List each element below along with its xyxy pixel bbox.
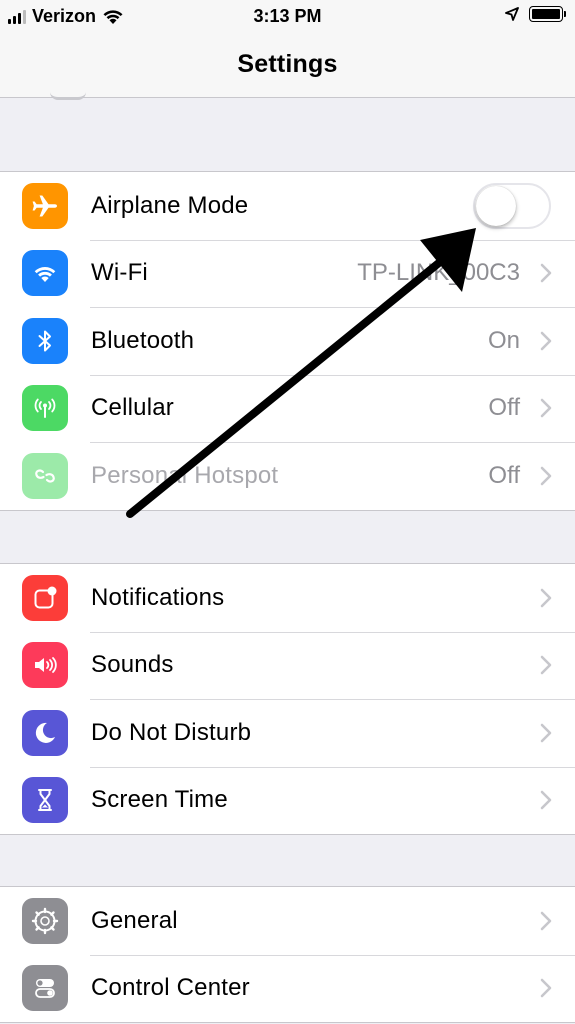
screen-time-label: Screen Time — [91, 786, 228, 814]
battery-icon — [529, 6, 566, 22]
do-not-disturb-row[interactable]: Do Not Disturb — [0, 699, 575, 767]
toggles-icon — [22, 965, 68, 1012]
notifications-icon — [22, 574, 68, 621]
airplane-mode-label: Airplane Mode — [91, 191, 249, 219]
status-right — [505, 6, 566, 22]
bluetooth-status: On — [487, 326, 520, 354]
chevron-right-icon — [539, 397, 553, 419]
general-row[interactable]: General — [0, 887, 575, 955]
pointer-arrow-icon — [126, 228, 476, 518]
cellular-status: Off — [488, 394, 520, 422]
chevron-right-icon — [539, 789, 553, 811]
status-bar: Verizon 3:13 PM — [0, 0, 575, 34]
bluetooth-icon — [22, 317, 68, 364]
notifications-label: Notifications — [91, 583, 225, 611]
sounds-row[interactable]: Sounds — [0, 631, 575, 700]
chevron-right-icon — [539, 465, 553, 487]
bluetooth-label: Bluetooth — [91, 326, 195, 354]
airplane-icon — [22, 182, 68, 229]
chevron-right-icon — [539, 722, 553, 744]
screen-time-row[interactable]: Screen Time — [0, 766, 575, 835]
speaker-icon — [22, 642, 68, 689]
notifications-row[interactable]: Notifications — [0, 564, 575, 632]
connectivity-group: Airplane Mode Wi-Fi TP-LINK_00C3 Bluetoo… — [0, 171, 575, 511]
chevron-right-icon — [539, 587, 553, 609]
wifi-network-name: TP-LINK_00C3 — [357, 259, 520, 287]
navigation-bar: Settings — [0, 34, 575, 98]
control-center-label: Control Center — [91, 974, 250, 1002]
chevron-right-icon — [539, 262, 553, 284]
airplane-mode-row[interactable]: Airplane Mode — [0, 172, 575, 240]
status-time: 3:13 PM — [253, 6, 322, 26]
bluetooth-row[interactable]: Bluetooth On — [0, 307, 575, 375]
hotspot-link-icon — [22, 452, 68, 499]
control-center-row[interactable]: Control Center — [0, 954, 575, 1023]
wifi-row[interactable]: Wi-Fi TP-LINK_00C3 — [0, 239, 575, 308]
alerts-group: Notifications Sounds Do Not Disturb Scre… — [0, 563, 575, 835]
toggle-knob — [476, 185, 516, 226]
wifi-icon — [22, 250, 68, 297]
cellular-row[interactable]: Cellular Off — [0, 374, 575, 443]
chevron-right-icon — [539, 330, 553, 352]
page-title: Settings — [237, 50, 338, 78]
personal-hotspot-label: Personal Hotspot — [91, 461, 279, 489]
wifi-label: Wi-Fi — [91, 259, 148, 287]
chevron-right-icon — [539, 977, 553, 999]
hourglass-icon — [22, 777, 68, 824]
gear-icon — [22, 897, 68, 944]
settings-screen: Verizon 3:13 PM Settings Airplane Mode W… — [0, 0, 575, 1024]
hotspot-status: Off — [488, 461, 520, 489]
moon-icon — [22, 709, 68, 756]
cellular-antenna-icon — [22, 385, 68, 432]
personal-hotspot-row[interactable]: Personal Hotspot Off — [0, 442, 575, 510]
location-arrow-icon — [505, 7, 519, 21]
cellular-label: Cellular — [91, 394, 174, 422]
general-label: General — [91, 906, 178, 934]
chevron-right-icon — [539, 654, 553, 676]
do-not-disturb-label: Do Not Disturb — [91, 718, 252, 746]
chevron-right-icon — [539, 910, 553, 932]
scroll-peek-item — [50, 92, 86, 100]
airplane-mode-toggle[interactable] — [473, 182, 551, 229]
system-group: General Control Center — [0, 886, 575, 1023]
sounds-label: Sounds — [91, 651, 174, 679]
